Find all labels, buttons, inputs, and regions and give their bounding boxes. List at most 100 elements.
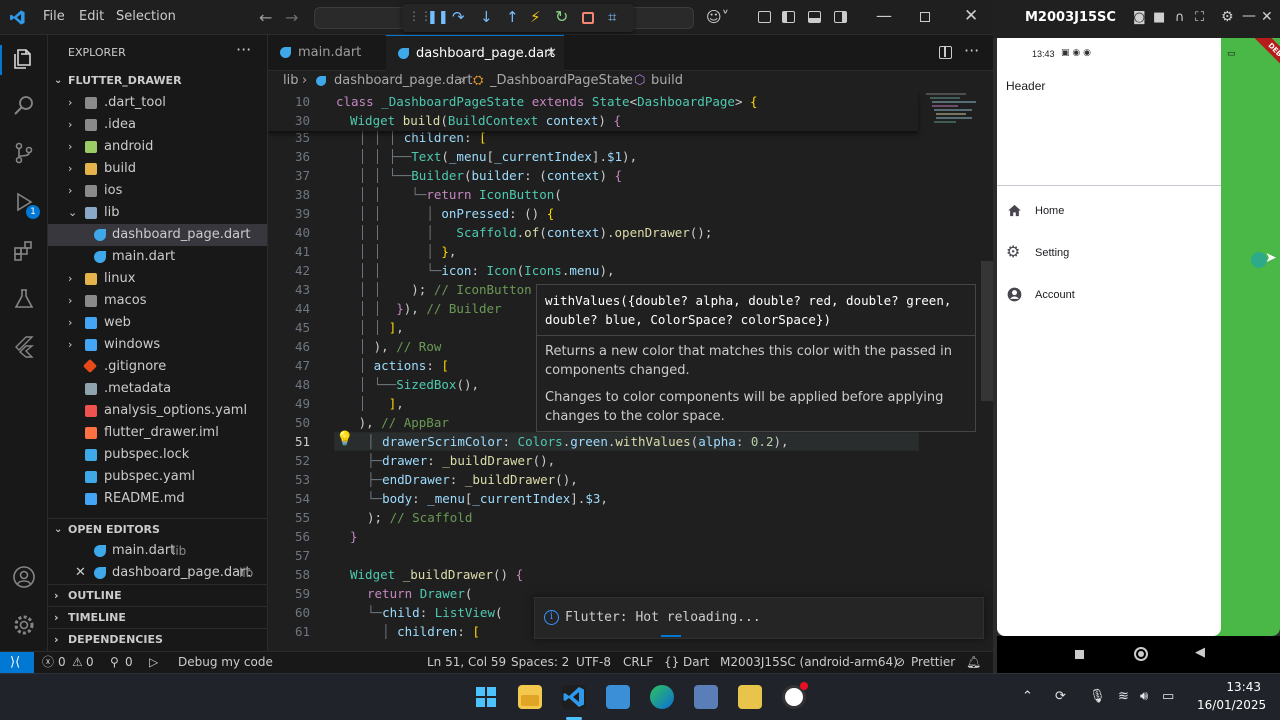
fullscreen-icon[interactable]: ⛶ <box>1195 10 1204 25</box>
nav-item-home[interactable]: Home <box>997 198 1221 224</box>
back-arrow-icon[interactable]: ← <box>259 8 272 27</box>
source-control-icon[interactable] <box>12 141 36 165</box>
flutter-icon[interactable] <box>12 335 36 359</box>
tree-item-linux[interactable]: › linux <box>48 268 267 290</box>
breadcrumb-file[interactable]: dashboard_page.dart <box>334 71 473 91</box>
step-into-icon[interactable]: ↓ <box>480 8 493 26</box>
tree-item-metadata[interactable]: .metadata <box>48 378 267 400</box>
stop-icon[interactable] <box>582 12 594 24</box>
outline-header[interactable]: › OUTLINE <box>48 584 267 606</box>
devtools-icon[interactable]: ⌗ <box>608 8 616 26</box>
account-icon[interactable] <box>12 565 36 589</box>
tree-item-windows[interactable]: › windows <box>48 334 267 356</box>
recents-icon[interactable] <box>1075 650 1084 659</box>
pause-icon[interactable]: ❚❚ <box>427 10 449 25</box>
warnings-count[interactable]: 0 <box>86 652 94 673</box>
tree-item-pubspec-yaml[interactable]: pubspec.yaml <box>48 466 267 488</box>
back-icon[interactable]: ◀ <box>1195 645 1205 660</box>
debug-icon[interactable]: ▷ <box>149 652 158 673</box>
tree-item-iml[interactable]: flutter_drawer.iml <box>48 422 267 444</box>
tree-item-gitignore[interactable]: .gitignore <box>48 356 267 378</box>
nav-item-setting[interactable]: ⚙ Setting <box>997 240 1221 266</box>
encoding[interactable]: UTF-8 <box>576 652 611 673</box>
app-icon[interactable] <box>694 685 718 709</box>
tree-item-ios[interactable]: › ios <box>48 180 267 202</box>
ports-icon[interactable]: ⚲ <box>110 652 119 673</box>
line-endings[interactable]: CRLF <box>623 652 653 673</box>
battery-icon[interactable]: ▭ <box>1162 689 1174 704</box>
maximize-icon[interactable] <box>920 12 930 22</box>
warnings-icon[interactable]: ⚠ <box>72 652 83 673</box>
tree-item-analysis-options[interactable]: analysis_options.yaml <box>48 400 267 422</box>
phone-screen[interactable]: 13:43 ▣ ◉ ◉ Header Home ⚙ Setting Accoun… <box>997 38 1280 636</box>
volume-icon[interactable]: 🔊︎ <box>1140 689 1148 704</box>
restart-icon[interactable]: ↻ <box>555 7 568 26</box>
errors-count[interactable]: 0 <box>58 652 66 673</box>
tree-item-lib[interactable]: ⌄ lib <box>48 202 267 224</box>
search-icon[interactable] <box>12 93 36 117</box>
cursor-position[interactable]: Ln 51, Col 59 <box>427 652 506 673</box>
hot-reload-icon[interactable]: ⚡ <box>530 8 541 26</box>
copilot-icon[interactable]: ☺˅ <box>706 8 729 26</box>
edge-icon[interactable] <box>650 685 674 709</box>
chevron-up-icon[interactable]: ⌃ <box>1022 689 1033 704</box>
more-actions-icon[interactable]: ··· <box>236 40 251 59</box>
indentation[interactable]: Spaces: 2 <box>511 652 569 673</box>
gear-icon[interactable]: ⚙ <box>1221 9 1234 25</box>
breadcrumb-method[interactable]: build <box>651 71 683 91</box>
close-editor-icon[interactable]: ✕ <box>75 562 86 584</box>
debug-config[interactable]: Debug my code <box>178 652 273 673</box>
clock-date[interactable]: 16/01/2025 <box>1197 698 1266 712</box>
timeline-header[interactable]: › TIMELINE <box>48 606 267 628</box>
wifi-icon[interactable]: ≋ <box>1118 689 1129 704</box>
step-over-icon[interactable]: ↷ <box>452 8 465 26</box>
tab-dashboard-page[interactable]: dashboard_page.dart ✕ <box>386 35 564 71</box>
close-tab-icon[interactable]: ✕ <box>546 36 557 72</box>
tab-main-dart[interactable]: main.dart <box>268 35 386 71</box>
tree-item-web[interactable]: › web <box>48 312 267 334</box>
nav-item-account[interactable]: Account <box>997 282 1221 308</box>
forward-arrow-icon[interactable]: → <box>285 8 298 27</box>
menu-file[interactable]: File <box>43 9 65 24</box>
home-button-icon[interactable] <box>1134 647 1148 661</box>
notification-toast[interactable]: i Flutter: Hot reloading... <box>534 597 984 639</box>
toggle-sidebar-icon[interactable] <box>782 11 795 23</box>
file-explorer-icon[interactable] <box>518 685 542 709</box>
step-out-icon[interactable]: ↑ <box>506 8 519 26</box>
close-icon[interactable]: ✕ <box>964 6 978 26</box>
microphone-icon[interactable]: 🎙︎ <box>1089 689 1106 704</box>
close-icon[interactable]: ✕ <box>1261 9 1273 25</box>
project-header[interactable]: ⌄ FLUTTER_DRAWER <box>48 70 267 92</box>
editor-scrollbar[interactable] <box>981 261 993 401</box>
minimap[interactable] <box>926 91 981 191</box>
explorer-icon[interactable] <box>12 47 36 71</box>
remote-indicator[interactable]: ⟩⟨ <box>0 652 34 673</box>
minimize-icon[interactable]: — <box>1242 8 1256 24</box>
video-icon[interactable]: ■ <box>1153 10 1165 25</box>
open-editor-dashboard[interactable]: ✕ dashboard_page.dart lib <box>48 562 267 584</box>
extensions-icon[interactable] <box>12 239 36 263</box>
tree-item-readme[interactable]: README.md <box>48 488 267 510</box>
tree-item-idea[interactable]: › .idea <box>48 114 267 136</box>
breadcrumb-folder[interactable]: lib <box>283 71 298 91</box>
dependencies-header[interactable]: › DEPENDENCIES <box>48 628 267 650</box>
device-selector[interactable]: M2003J15SC (android-arm64) <box>720 652 898 673</box>
layout-icon[interactable] <box>758 11 771 23</box>
tree-item-main-dart[interactable]: main.dart <box>48 246 267 268</box>
tree-item-pubspec-lock[interactable]: pubspec.lock <box>48 444 267 466</box>
tree-item-dart-tool[interactable]: › .dart_tool <box>48 92 267 114</box>
lightbulb-icon[interactable]: 💡 <box>336 431 353 447</box>
tree-item-android[interactable]: › android <box>48 136 267 158</box>
settings-gear-icon[interactable] <box>12 613 36 637</box>
notifications-bell-icon[interactable]: 🔔︎ <box>966 652 981 673</box>
testing-icon[interactable] <box>12 287 36 311</box>
start-icon[interactable] <box>474 685 498 709</box>
sync-icon[interactable]: ⟳ <box>1055 689 1066 704</box>
ports-count[interactable]: 0 <box>125 652 133 673</box>
tree-item-dashboard-page[interactable]: dashboard_page.dart <box>48 224 267 246</box>
headphones-icon[interactable]: ∩ <box>1175 10 1185 25</box>
camera-icon[interactable]: ◙ <box>1133 10 1146 25</box>
more-actions-icon[interactable]: ··· <box>964 41 979 60</box>
vscode-taskbar-icon[interactable] <box>562 685 586 709</box>
clock-time[interactable]: 13:43 <box>1203 680 1261 694</box>
